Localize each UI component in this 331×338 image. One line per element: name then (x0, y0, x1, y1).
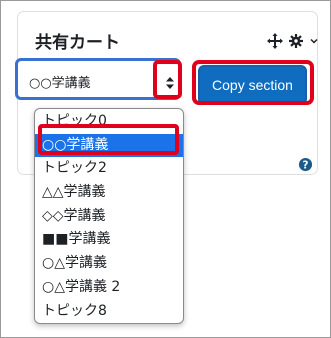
svg-text:?: ? (303, 159, 309, 171)
block-actions (267, 32, 319, 50)
option-item[interactable]: ○△学講義 2 (35, 276, 183, 300)
section-select-value: ○○学講義 (29, 76, 91, 91)
move-icon[interactable] (267, 33, 283, 49)
help-icon[interactable]: ? (298, 157, 313, 172)
option-item[interactable]: ◇◇学講義 (35, 205, 183, 229)
option-item[interactable]: △△学講義 (35, 181, 183, 205)
option-item[interactable]: ■■学講義 (35, 228, 183, 252)
highlight-box-selected-option (38, 124, 179, 155)
chevron-down-icon[interactable] (309, 37, 319, 45)
option-item[interactable]: トピック8 (35, 300, 183, 324)
highlight-box-copy-button (192, 60, 314, 105)
option-item[interactable]: ○△学講義 (35, 252, 183, 276)
block-title: 共有カート (35, 33, 120, 53)
gear-icon[interactable] (289, 34, 303, 48)
option-item[interactable]: トピック2 (35, 157, 183, 181)
highlight-box-select-arrow (153, 60, 182, 99)
